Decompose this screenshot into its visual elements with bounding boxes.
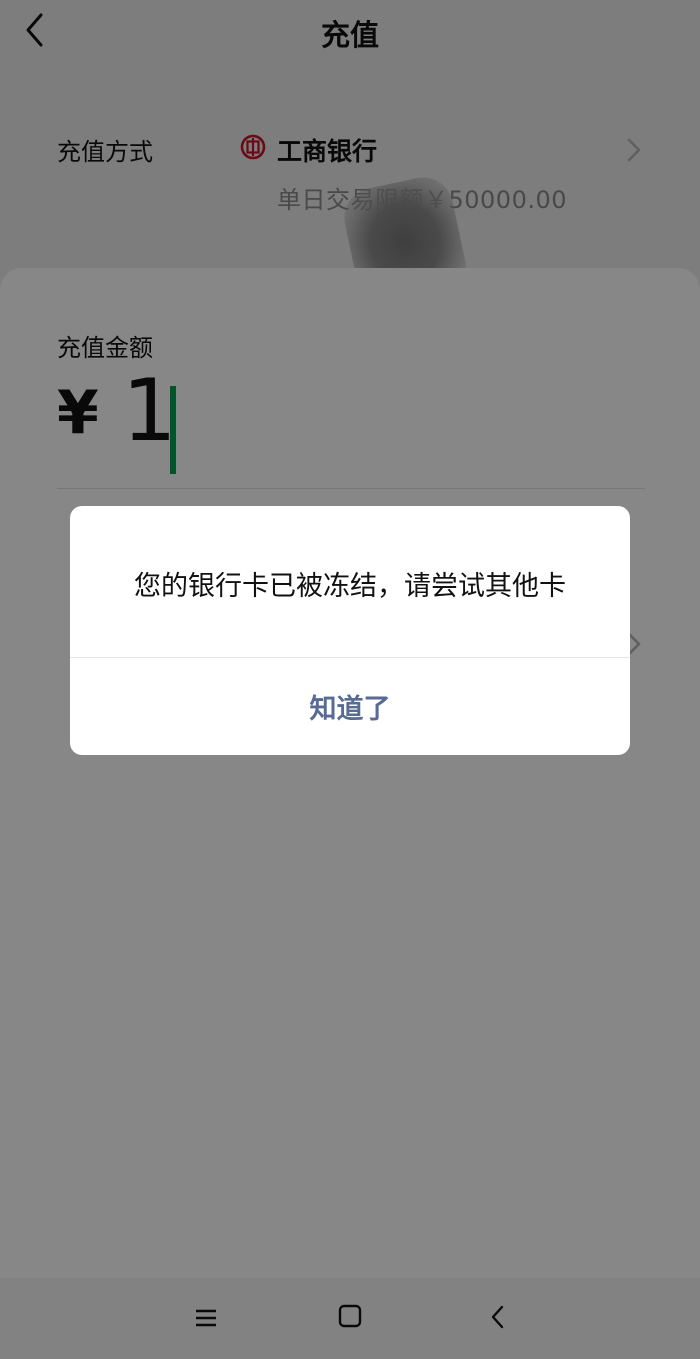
dialog-confirm-button[interactable]: 知道了 [70,658,630,755]
recharge-screen: 充值 充值方式 工商银行 单日交易限额￥50000.00 充值金额 ¥ 1 [0,0,700,1359]
alert-dialog: 您的银行卡已被冻结，请尝试其他卡 知道了 [70,506,630,755]
dialog-message: 您的银行卡已被冻结，请尝试其他卡 [134,571,566,602]
